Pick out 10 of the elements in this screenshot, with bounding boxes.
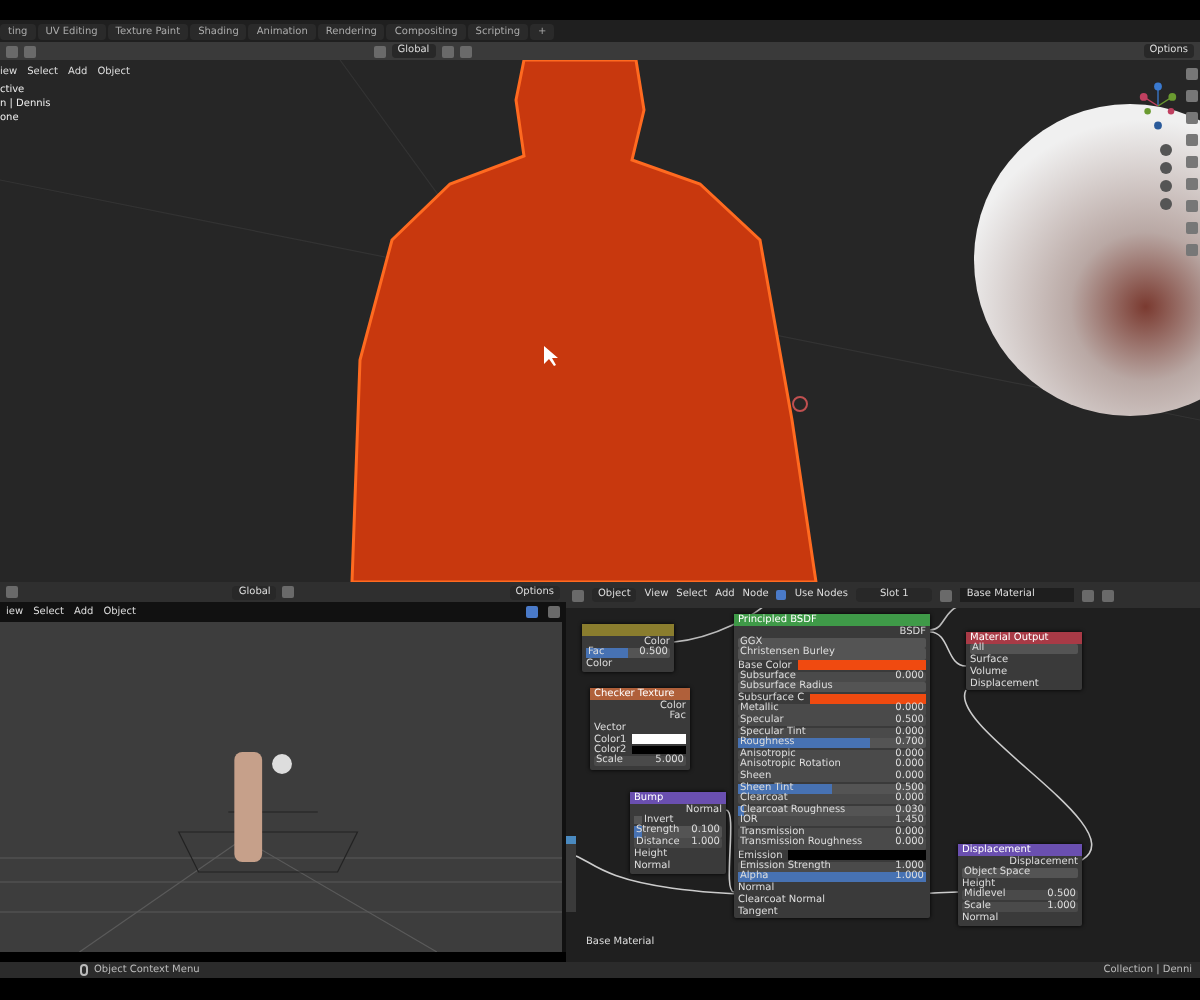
shader-node[interactable] [734, 614, 930, 919]
shader-node[interactable] [566, 836, 576, 912]
color-swatch[interactable] [632, 745, 686, 755]
use-nodes-checkbox[interactable] [776, 590, 787, 600]
color-swatch[interactable] [810, 694, 926, 704]
mouse-pointer-icon [544, 346, 558, 366]
color-swatch[interactable] [797, 660, 926, 670]
color-swatch[interactable] [632, 734, 686, 744]
color-swatch[interactable] [788, 850, 926, 860]
cursor-3d-icon [792, 396, 808, 412]
